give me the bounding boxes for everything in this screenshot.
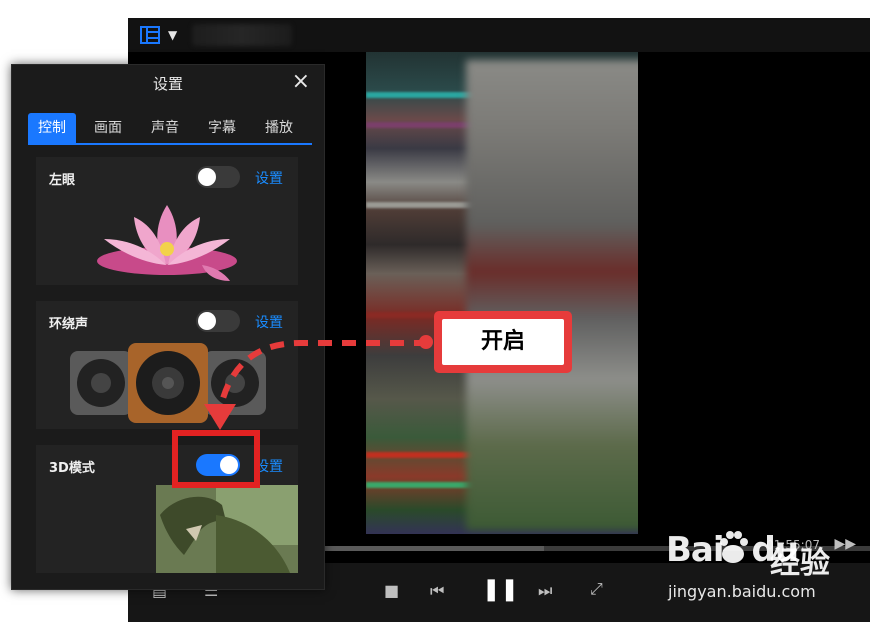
watermark-url: jingyan.baidu.com	[668, 582, 816, 601]
baidu-watermark: Bai du 经验 jingyan.baidu.com	[666, 530, 856, 610]
jingyan-text: 经验	[770, 546, 830, 581]
highlight-box	[172, 430, 260, 488]
annotation-label: 开启	[442, 319, 564, 365]
paw-icon	[720, 531, 748, 563]
annotation-callout: 开启	[434, 311, 572, 373]
